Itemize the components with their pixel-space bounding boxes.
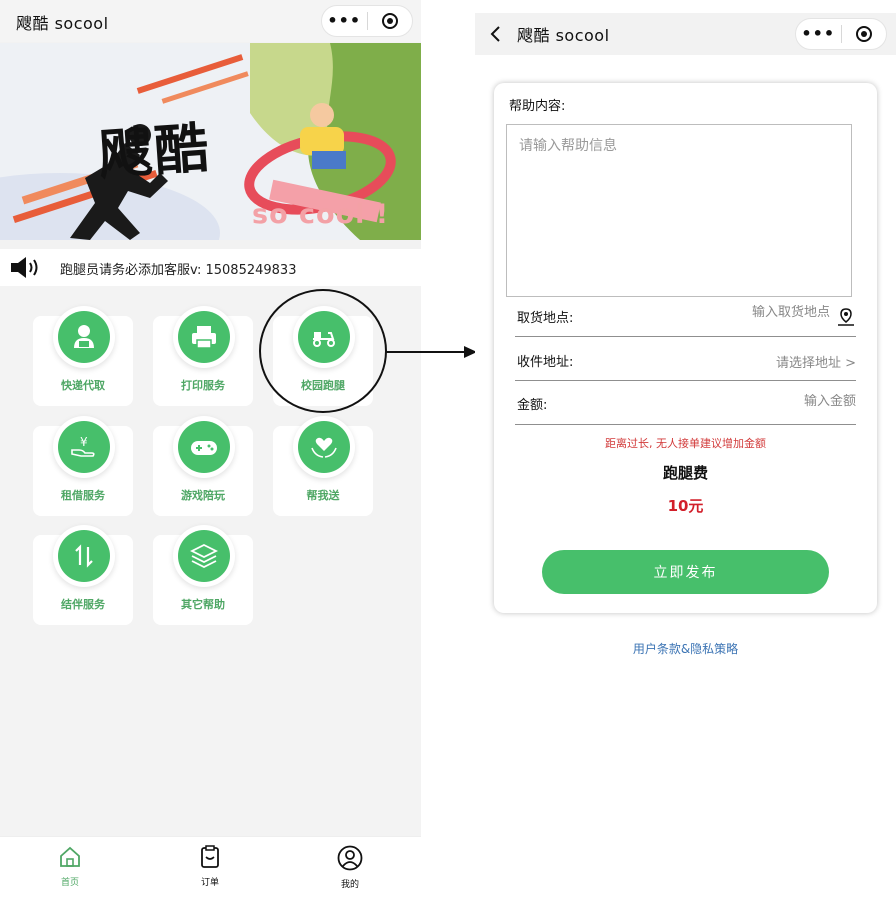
gamepad-icon <box>173 416 235 478</box>
more-dots-icon[interactable]: ••• <box>322 6 367 36</box>
home-capsule: ••• <box>321 5 413 37</box>
bottom-tab-bar: 首页 订单 我的 <box>0 836 421 904</box>
courier-person-icon <box>53 306 115 368</box>
errand-form-screen: 飕酷 socool ••• 帮助内容: 取货地点: 收件地址: 请选择 <box>475 13 896 904</box>
heart-hands-icon <box>293 416 355 478</box>
speaker-icon <box>11 257 38 278</box>
order-icon <box>201 845 219 868</box>
target-close-icon[interactable] <box>842 19 887 49</box>
back-chevron-icon[interactable] <box>488 24 504 44</box>
service-label: 其它帮助 <box>181 598 225 611</box>
home-banner[interactable]: 飕酷 so cool ! <box>0 43 421 240</box>
form-capsule: ••• <box>795 18 887 50</box>
screenshot-stage: 飕酷 socool ••• 飕酷 so cool ! 跑腿员请务必添加客服v: … <box>0 0 896 904</box>
home-screen: 飕酷 socool ••• 飕酷 so cool ! 跑腿员请务必添加客服v: … <box>0 0 421 904</box>
help-content-box <box>506 124 852 297</box>
home-nav-bar: 飕酷 socool ••• <box>0 0 421 42</box>
map-pin-icon[interactable] <box>836 307 856 327</box>
publish-button[interactable]: 立即发布 <box>542 550 829 594</box>
more-dots-icon[interactable]: ••• <box>796 19 841 49</box>
service-deliver-for-me[interactable]: 帮我送 <box>273 416 373 516</box>
tab-label: 订单 <box>200 878 219 888</box>
banner-title: 飕酷 <box>96 115 213 187</box>
tab-orders[interactable]: 订单 <box>180 845 240 888</box>
tab-home[interactable]: 首页 <box>40 845 100 888</box>
notice-bar: 跑腿员请务必添加客服v: 15085249833 <box>0 249 421 286</box>
notice-text: 跑腿员请务必添加客服v: 15085249833 <box>60 263 297 278</box>
delivery-address-label: 收件地址: <box>517 355 574 370</box>
delivery-address-row[interactable]: 收件地址: 请选择地址 > <box>515 345 856 381</box>
service-label: 结伴服务 <box>61 598 105 611</box>
service-label: 打印服务 <box>181 379 225 392</box>
home-icon <box>60 846 80 867</box>
layers-icon <box>173 525 235 587</box>
distance-warning: 距离过长, 无人接单建议增加金额 <box>605 437 766 450</box>
service-companion[interactable]: 结伴服务 <box>33 525 133 625</box>
form-nav-title: 飕酷 socool <box>517 26 610 45</box>
transition-arrow-icon <box>386 346 477 358</box>
user-icon <box>337 845 363 871</box>
service-express-pickup[interactable]: 快递代取 <box>33 306 133 406</box>
printer-icon <box>173 306 235 368</box>
yen-hand-icon: ¥ <box>53 416 115 478</box>
amount-label: 金额: <box>517 398 548 413</box>
svg-text:¥: ¥ <box>80 435 88 449</box>
form-nav-bar: 飕酷 socool ••• <box>475 13 896 55</box>
help-content-label: 帮助内容: <box>509 99 566 114</box>
pickup-location-row: 取货地点: <box>515 301 856 337</box>
errand-fee-amount: 10元 <box>667 497 704 515</box>
highlight-circle <box>259 289 387 413</box>
amount-input[interactable] <box>706 394 856 409</box>
tab-label: 首页 <box>60 878 79 888</box>
service-other-help[interactable]: 其它帮助 <box>153 525 253 625</box>
errand-form-card: 帮助内容: 取货地点: 收件地址: 请选择地址 > 金额: 距离过长, 无人接单… <box>494 83 877 613</box>
service-label: 游戏陪玩 <box>181 489 225 502</box>
up-down-arrows-icon <box>53 525 115 587</box>
delivery-address-selector[interactable]: 请选择地址 > <box>776 352 856 371</box>
service-label: 快递代取 <box>61 379 105 392</box>
banner-slogan: so cool ! <box>252 199 390 230</box>
service-label: 租借服务 <box>61 489 105 502</box>
target-close-icon[interactable] <box>368 6 413 36</box>
tab-label: 我的 <box>340 880 359 890</box>
pickup-location-input[interactable] <box>680 305 830 320</box>
home-nav-title: 飕酷 socool <box>16 14 109 33</box>
service-print[interactable]: 打印服务 <box>153 306 253 406</box>
errand-fee-label: 跑腿费 <box>662 464 708 482</box>
service-label: 帮我送 <box>306 489 340 502</box>
pickup-location-label: 取货地点: <box>517 311 574 326</box>
tab-profile[interactable]: 我的 <box>320 845 380 890</box>
terms-privacy-link[interactable]: 用户条款&隐私策略 <box>475 640 896 657</box>
amount-row: 金额: <box>515 388 856 425</box>
help-content-textarea[interactable] <box>507 125 851 296</box>
service-gaming[interactable]: 游戏陪玩 <box>153 416 253 516</box>
service-rental[interactable]: ¥ 租借服务 <box>33 416 133 516</box>
